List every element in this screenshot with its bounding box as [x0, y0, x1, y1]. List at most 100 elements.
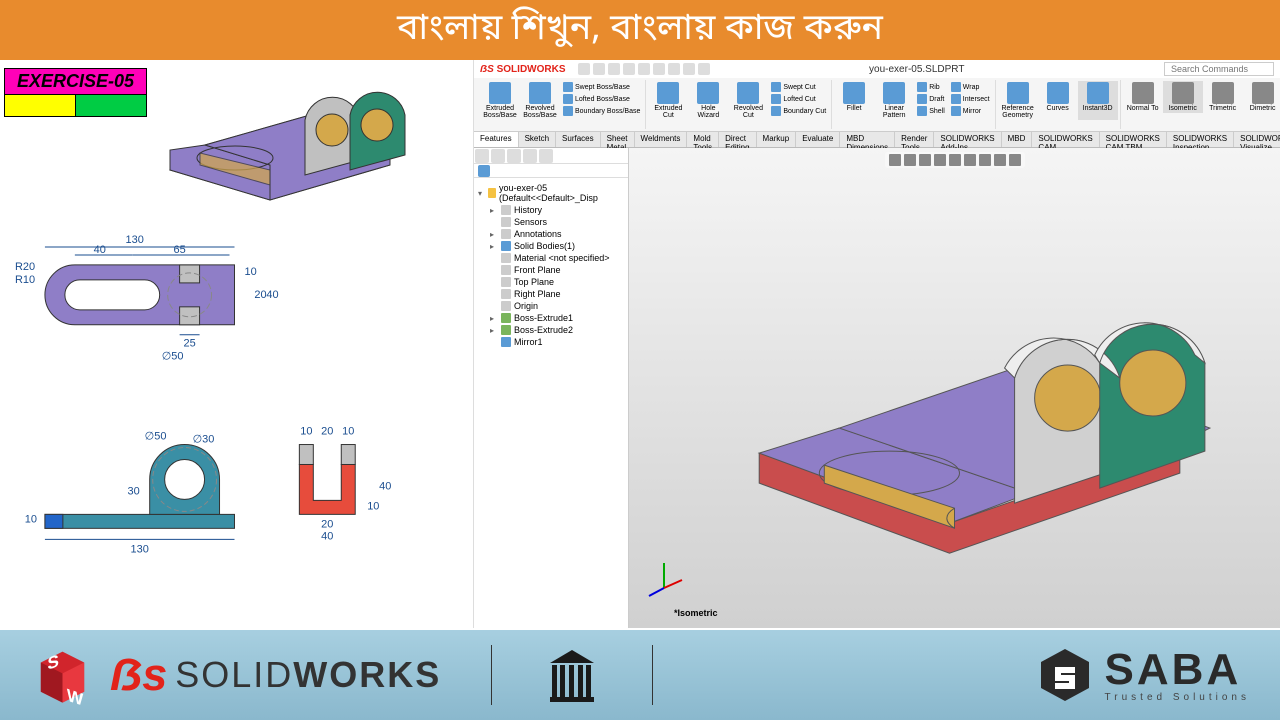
trimetric-button[interactable]: Trimetric: [1203, 81, 1243, 113]
ref-geometry-button[interactable]: Reference Geometry: [998, 81, 1038, 120]
shell-button[interactable]: Shell: [914, 105, 948, 117]
draft-button[interactable]: Draft: [914, 93, 948, 105]
new-icon[interactable]: [578, 63, 590, 75]
tab-evaluate[interactable]: Evaluate: [796, 132, 840, 147]
lofted-cut-button[interactable]: Lofted Cut: [768, 93, 829, 105]
swept-boss-button[interactable]: Swept Boss/Base: [560, 81, 643, 93]
extruded-cut-button[interactable]: Extruded Cut: [648, 81, 688, 120]
tree-right-plane[interactable]: Right Plane: [490, 288, 624, 300]
vp-fit-icon[interactable]: [934, 154, 946, 166]
tab-swcam[interactable]: SOLIDWORKS CAM: [1032, 132, 1099, 147]
fp-tab-config-icon[interactable]: [507, 149, 521, 163]
pillar-icon: [542, 645, 602, 705]
mirror-button[interactable]: Mirror: [948, 105, 993, 117]
fp-tab-dim-icon[interactable]: [523, 149, 537, 163]
fp-tab-display-icon[interactable]: [539, 149, 553, 163]
svg-text:20: 20: [321, 518, 333, 530]
svg-text:20: 20: [254, 289, 266, 301]
boundary-boss-button[interactable]: Boundary Boss/Base: [560, 105, 643, 117]
linear-pattern-button[interactable]: Linear Pattern: [874, 81, 914, 120]
tab-directediting[interactable]: Direct Editing: [719, 132, 756, 147]
tree-top-plane[interactable]: Top Plane: [490, 276, 624, 288]
tab-sheetmetal[interactable]: Sheet Metal: [601, 132, 635, 147]
boundary-cut-button[interactable]: Boundary Cut: [768, 105, 829, 117]
options-icon[interactable]: [698, 63, 710, 75]
tree-boss1[interactable]: ▸Boss-Extrude1: [490, 312, 624, 324]
tab-markup[interactable]: Markup: [757, 132, 797, 147]
intersect-button[interactable]: Intersect: [948, 93, 993, 105]
svg-text:10: 10: [367, 500, 379, 512]
wrap-button[interactable]: Wrap: [948, 81, 993, 93]
instant3d-button[interactable]: Instant3D: [1078, 81, 1118, 120]
normal-to-button[interactable]: Normal To: [1123, 81, 1163, 113]
svg-text:40: 40: [321, 530, 333, 542]
svg-text:R20: R20: [15, 261, 35, 273]
revolved-cut-button[interactable]: Revolved Cut: [728, 81, 768, 120]
exercise-panel: EXERCISE-05: [0, 60, 474, 628]
tab-addins[interactable]: SOLIDWORKS Add-Ins: [934, 132, 1001, 147]
tab-swinsp[interactable]: SOLIDWORKS Inspection: [1167, 132, 1234, 147]
revolved-boss-button[interactable]: Revolved Boss/Base: [520, 81, 560, 120]
svg-text:10: 10: [342, 426, 354, 438]
fp-tab-tree-icon[interactable]: [475, 149, 489, 163]
saba-tagline: Trusted Solutions: [1105, 692, 1250, 703]
lofted-boss-button[interactable]: Lofted Boss/Base: [560, 93, 643, 105]
sw-titlebar: ẞS SOLIDWORKS you-exer-05.SLDPRT: [474, 60, 1280, 78]
filter-icon[interactable]: [478, 165, 490, 177]
tab-moldtools[interactable]: Mold Tools: [687, 132, 719, 147]
vp-hide-icon[interactable]: [1009, 154, 1021, 166]
select-icon[interactable]: [668, 63, 680, 75]
tab-sketch[interactable]: Sketch: [519, 132, 556, 147]
tree-origin[interactable]: Origin: [490, 300, 624, 312]
tree-history[interactable]: ▸History: [490, 204, 624, 216]
save-icon[interactable]: [608, 63, 620, 75]
undo-icon[interactable]: [638, 63, 650, 75]
ds-logo: ẞs: [110, 649, 167, 701]
tree-material[interactable]: Material <not specified>: [490, 252, 624, 264]
tree-sensors[interactable]: Sensors: [490, 216, 624, 228]
vp-scene-icon[interactable]: [979, 154, 991, 166]
vp-pan-icon[interactable]: [904, 154, 916, 166]
3d-viewport[interactable]: *Isometric: [629, 148, 1280, 628]
footer-banner: S W ẞs SOLIDWORKS SABA Trusted Solutions: [0, 628, 1280, 720]
extruded-boss-button[interactable]: Extruded Boss/Base: [480, 81, 520, 120]
sw-logo: ẞS SOLIDWORKS: [480, 64, 566, 75]
open-icon[interactable]: [593, 63, 605, 75]
tab-mbd[interactable]: MBD: [1002, 132, 1033, 147]
print-icon[interactable]: [623, 63, 635, 75]
svg-text:40: 40: [94, 244, 106, 256]
tree-solidbodies[interactable]: ▸Solid Bodies(1): [490, 240, 624, 252]
tab-swcamtbm[interactable]: SOLIDWORKS CAM TBM: [1100, 132, 1167, 147]
tab-swvis[interactable]: SOLIDWORKS Visualize: [1234, 132, 1280, 147]
hole-wizard-button[interactable]: Hole Wizard: [688, 81, 728, 120]
tab-weldments[interactable]: Weldments: [635, 132, 688, 147]
fillet-button[interactable]: Fillet: [834, 81, 874, 120]
svg-text:65: 65: [174, 244, 186, 256]
rebuild-icon[interactable]: [683, 63, 695, 75]
vp-appear-icon[interactable]: [994, 154, 1006, 166]
fp-tab-property-icon[interactable]: [491, 149, 505, 163]
rib-button[interactable]: Rib: [914, 81, 948, 93]
tab-rendertools[interactable]: Render Tools: [895, 132, 934, 147]
tab-features[interactable]: Features: [474, 132, 519, 147]
search-commands-input[interactable]: [1164, 62, 1274, 76]
tree-root[interactable]: ▾you-exer-05 (Default<<Default>_Disp: [478, 182, 624, 204]
tree-annotations[interactable]: ▸Annotations: [490, 228, 624, 240]
redo-icon[interactable]: [653, 63, 665, 75]
dimetric-button[interactable]: Dimetric: [1243, 81, 1280, 113]
tree-mirror1[interactable]: Mirror1: [490, 336, 624, 348]
tab-surfaces[interactable]: Surfaces: [556, 132, 601, 147]
isometric-button[interactable]: Isometric: [1163, 81, 1203, 113]
vp-zoom-icon[interactable]: [889, 154, 901, 166]
vp-section-icon[interactable]: [949, 154, 961, 166]
swept-cut-button[interactable]: Swept Cut: [768, 81, 829, 93]
tree-front-plane[interactable]: Front Plane: [490, 264, 624, 276]
vp-display-icon[interactable]: [964, 154, 976, 166]
tab-mbddim[interactable]: MBD Dimensions: [840, 132, 895, 147]
svg-text:∅30: ∅30: [193, 434, 215, 446]
svg-text:10: 10: [25, 513, 37, 525]
vp-rotate-icon[interactable]: [919, 154, 931, 166]
exercise-badge: EXERCISE-05: [4, 68, 147, 117]
tree-boss2[interactable]: ▸Boss-Extrude2: [490, 324, 624, 336]
curves-button[interactable]: Curves: [1038, 81, 1078, 120]
